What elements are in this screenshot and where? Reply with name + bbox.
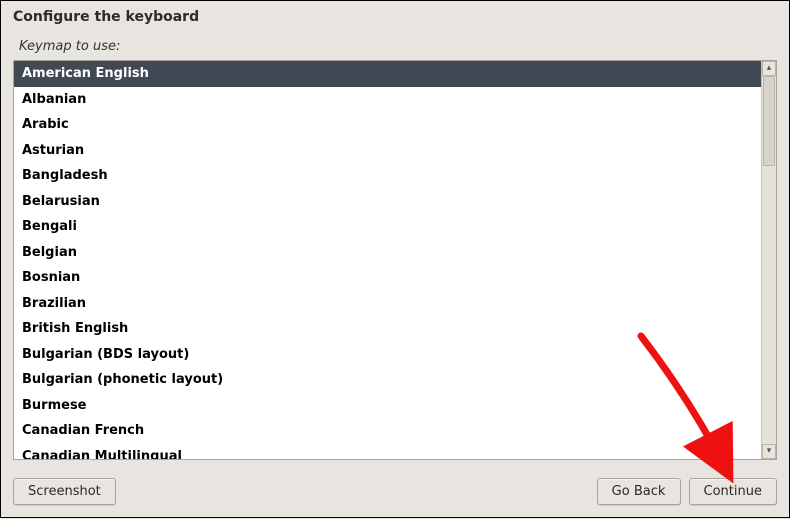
list-item[interactable]: Bosnian [14,265,761,291]
list-item[interactable]: Brazilian [14,291,761,317]
scroll-up-button[interactable]: ▴ [762,61,776,76]
list-item[interactable]: Bulgarian (phonetic layout) [14,367,761,393]
list-item[interactable]: British English [14,316,761,342]
list-item[interactable]: Belgian [14,240,761,266]
go-back-button[interactable]: Go Back [597,478,681,505]
scroll-thumb[interactable] [763,76,775,166]
keymap-label: Keymap to use: [13,29,777,60]
scroll-down-button[interactable]: ▾ [762,444,776,459]
list-item[interactable]: Albanian [14,87,761,113]
page-title: Configure the keyboard [1,1,789,29]
list-item[interactable]: Bangladesh [14,163,761,189]
list-item[interactable]: Belarusian [14,189,761,215]
keymap-list[interactable]: American EnglishAlbanianArabicAsturianBa… [14,61,761,459]
list-item[interactable]: Bulgarian (BDS layout) [14,342,761,368]
list-item[interactable]: Burmese [14,393,761,419]
keymap-list-frame: American EnglishAlbanianArabicAsturianBa… [13,60,777,460]
installer-window: Configure the keyboard Keymap to use: Am… [1,1,789,517]
list-item[interactable]: Asturian [14,138,761,164]
list-item[interactable]: American English [14,61,761,87]
list-item[interactable]: Canadian Multilingual [14,444,761,460]
scrollbar[interactable]: ▴ ▾ [761,61,776,459]
list-item[interactable]: Arabic [14,112,761,138]
content-area: Keymap to use: American EnglishAlbanianA… [1,29,789,468]
screenshot-button[interactable]: Screenshot [13,478,116,505]
button-bar: Screenshot Go Back Continue [1,468,789,517]
list-item[interactable]: Canadian French [14,418,761,444]
continue-button[interactable]: Continue [689,478,777,505]
list-item[interactable]: Bengali [14,214,761,240]
